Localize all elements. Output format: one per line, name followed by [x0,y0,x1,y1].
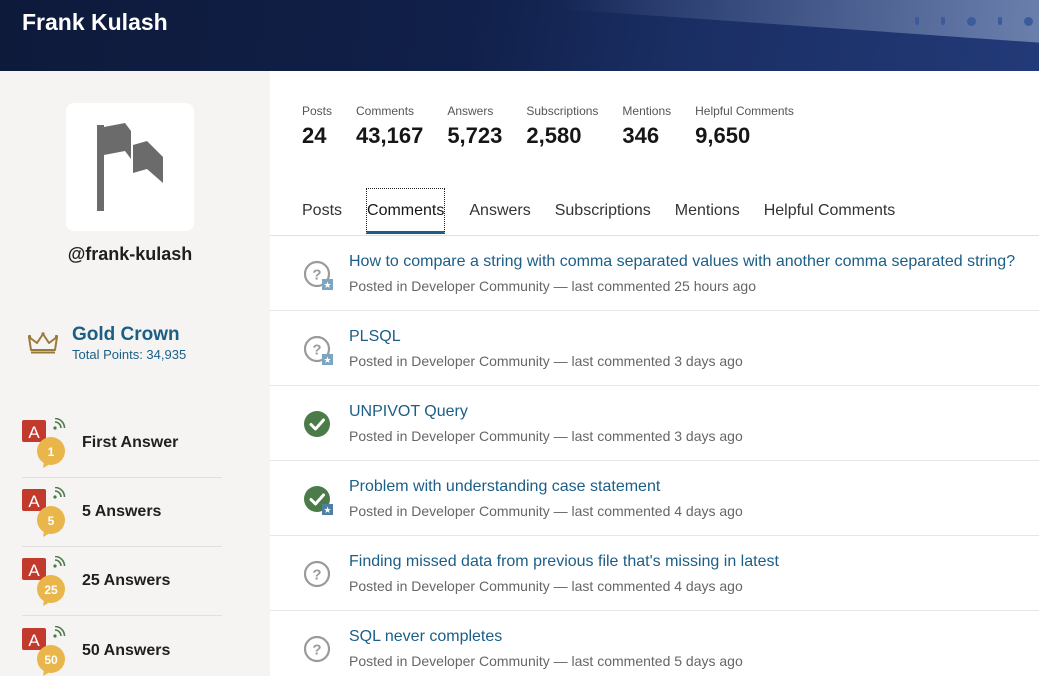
item-title-link[interactable]: Problem with understanding case statemen… [349,478,660,496]
tab-mentions[interactable]: Mentions [675,188,740,234]
profile-name: Frank Kulash [22,9,168,35]
stat-comments[interactable]: Comments 43,167 [356,104,423,149]
svg-text:?: ? [312,642,321,659]
profile-handle: @frank-kulash [67,244,193,264]
tab-helpful-comments[interactable]: Helpful Comments [764,188,896,234]
badge-item[interactable]: A 1 First Answer [22,409,222,478]
stat-label: Mentions [622,104,672,118]
svg-text:?: ? [312,567,321,584]
stat-value: 2,580 [526,123,582,148]
rank-block: Gold Crown Total Points: 34,935 [28,324,186,362]
badge-list: A 1 First Answer A 5 5 Answers A 25 25 A… [22,409,222,676]
profile-tabs: Posts Comments Answers Subscriptions Men… [302,188,919,236]
comment-list: ? ★ How to compare a string with comma s… [270,236,1039,676]
rank-name[interactable]: Gold Crown [72,324,186,346]
profile-sidebar: @frank-kulash Gold Crown Total Points: 3… [0,71,270,676]
svg-text:A: A [28,492,40,511]
stat-label: Answers [447,104,494,118]
answer-badge-icon: A 1 [22,418,66,468]
rank-points: Total Points: 34,935 [72,347,187,362]
stat-value: 346 [622,123,660,148]
stat-posts[interactable]: Posts 24 [302,104,332,149]
svg-text:★: ★ [323,281,331,290]
question-icon: ? ★ [303,260,333,290]
tab-posts[interactable]: Posts [302,188,342,234]
stat-value: 43,167 [356,123,424,148]
badge-item[interactable]: A 25 25 Answers [22,547,222,616]
svg-text:★: ★ [323,506,331,515]
answer-badge-icon: A 25 [22,556,66,606]
stat-value: 24 [302,123,327,148]
stat-label: Posts [302,104,333,118]
list-item: ? ★ PLSQL Posted in Developer Community … [270,311,1039,386]
item-title-link[interactable]: Finding missed data from previous file t… [349,553,779,571]
badge-label: 25 Answers [82,572,171,589]
stat-subscriptions[interactable]: Subscriptions 2,580 [526,104,598,149]
item-meta: Posted in Developer Community — last com… [349,503,743,519]
stat-answers[interactable]: Answers 5,723 [447,104,502,149]
stat-value: 5,723 [447,123,503,148]
svg-text:?: ? [312,267,321,284]
stat-label: Subscriptions [526,104,599,118]
item-title-link[interactable]: SQL never completes [349,628,502,646]
list-item: UNPIVOT Query Posted in Developer Commun… [270,386,1039,461]
tab-subscriptions[interactable]: Subscriptions [555,188,651,234]
tab-answers[interactable]: Answers [469,188,530,234]
list-item: ? ★ How to compare a string with comma s… [270,236,1039,311]
item-meta: Posted in Developer Community — last com… [349,353,743,369]
main-content: Posts 24 Comments 43,167 Answers 5,723 S… [270,71,1039,676]
item-title-link[interactable]: How to compare a string with comma separ… [349,253,1015,271]
badge-count: 1 [48,445,55,459]
badge-item[interactable]: A 5 5 Answers [22,478,222,547]
list-item: ? SQL never completes Posted in Develope… [270,611,1039,676]
item-meta: Posted in Developer Community — last com… [349,428,743,444]
stat-helpful-comments[interactable]: Helpful Comments 9,650 [695,104,794,149]
badge-label: 5 Answers [82,503,162,520]
svg-text:A: A [28,631,40,650]
avatar[interactable] [66,103,194,231]
answered-check-icon [304,411,330,437]
item-meta: Posted in Developer Community — last com… [349,653,743,669]
badge-label: First Answer [82,434,179,451]
stat-mentions[interactable]: Mentions 346 [622,104,671,149]
svg-text:A: A [28,423,40,442]
stat-label: Helpful Comments [695,104,794,118]
badge-count: 5 [48,514,55,528]
badge-count: 50 [44,653,58,667]
svg-text:?: ? [312,342,321,359]
answer-badge-icon: A 5 [22,487,66,537]
list-item: ★ Problem with understanding case statem… [270,461,1039,536]
flag-icon [97,123,163,211]
svg-text:A: A [28,561,40,580]
item-meta: Posted in Developer Community — last com… [349,578,743,594]
banner-dots [915,15,1033,27]
question-icon: ? ★ [303,335,333,365]
tab-comments[interactable]: Comments [366,188,446,234]
badge-count: 25 [44,583,58,597]
question-icon: ? [303,560,331,588]
crown-icon [28,332,58,354]
stat-value: 9,650 [695,123,751,148]
question-icon: ? [303,635,331,663]
badge-label: 50 Answers [82,641,171,659]
item-meta: Posted in Developer Community — last com… [349,278,756,294]
list-item: ? Finding missed data from previous file… [270,536,1039,611]
item-title-link[interactable]: UNPIVOT Query [349,403,468,421]
badge-item[interactable]: A 50 50 Answers [22,616,222,676]
answer-badge-icon: A 50 [22,625,66,676]
stats-bar: Posts 24 Comments 43,167 Answers 5,723 S… [302,104,818,149]
item-title-link[interactable]: PLSQL [349,328,401,346]
stat-label: Comments [356,104,415,118]
profile-banner: Frank Kulash [0,0,1039,71]
svg-text:★: ★ [323,356,331,365]
answered-check-icon: ★ [304,486,333,515]
